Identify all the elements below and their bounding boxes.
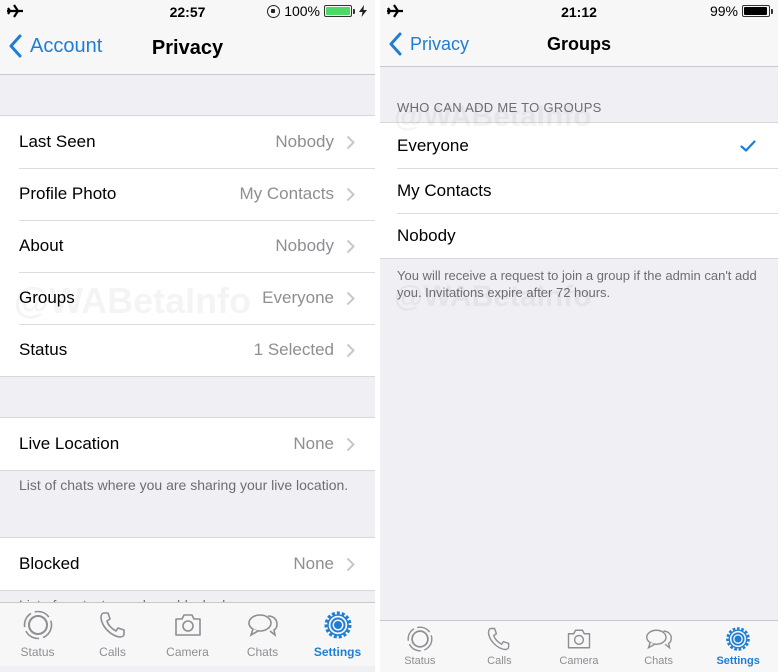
battery-percent: 99% (709, 3, 738, 19)
tab-calls[interactable]: Calls (75, 603, 150, 666)
gear-icon (324, 611, 351, 639)
chat-bubbles-icon (247, 614, 278, 637)
option-everyone[interactable]: Everyone (380, 123, 778, 168)
tab-label: Settings (716, 655, 760, 667)
option-label: Nobody (397, 225, 456, 245)
row-value: My Contacts (239, 184, 334, 203)
row-about[interactable]: About Nobody (0, 220, 375, 272)
option-label: My Contacts (397, 180, 492, 200)
tab-chats[interactable]: Chats (619, 621, 699, 672)
option-label: Everyone (397, 135, 469, 155)
option-my-contacts[interactable]: My Contacts (380, 168, 778, 213)
group-options: Everyone My Contacts Nobody (380, 122, 778, 259)
tab-status[interactable]: Status (0, 603, 75, 666)
tab-bar: Status Calls Camera Chats Settings (0, 602, 375, 666)
chevron-right-icon (346, 239, 355, 253)
live-location-group: Live Location None (0, 417, 375, 471)
rotation-lock-icon (267, 4, 281, 18)
back-button[interactable]: Privacy (388, 32, 469, 56)
chevron-right-icon (346, 291, 355, 305)
row-last-seen[interactable]: Last Seen Nobody (0, 116, 375, 168)
tab-calls[interactable]: Calls (460, 621, 540, 672)
status-bar: 21:12 99% (380, 0, 778, 22)
status-icon (23, 610, 52, 640)
row-profile-photo[interactable]: Profile Photo My Contacts (0, 168, 375, 220)
chevron-right-icon (346, 343, 355, 357)
row-live-location[interactable]: Live Location None (0, 418, 375, 470)
privacy-screen: 22:57 100% Account Privacy Last Seen Nob… (0, 0, 375, 672)
row-label: Live Location (19, 434, 120, 453)
battery-percent: 100% (284, 3, 320, 19)
tab-bar: Status Calls Camera Chats Settings (380, 620, 778, 672)
row-label: Profile Photo (19, 184, 117, 203)
status-icon (407, 626, 433, 652)
row-value: None (293, 554, 334, 573)
row-label: Groups (19, 288, 75, 307)
row-blocked[interactable]: Blocked None (0, 538, 375, 590)
privacy-settings-group: Last Seen Nobody Profile Photo My Contac… (0, 115, 375, 377)
tab-label: Calls (99, 645, 126, 659)
section-header: WHO CAN ADD ME TO GROUPS (397, 100, 602, 115)
tab-camera[interactable]: Camera (150, 603, 225, 666)
phone-icon (99, 612, 125, 638)
tab-settings[interactable]: Settings (698, 621, 778, 672)
row-value: None (293, 434, 334, 453)
tab-camera[interactable]: Camera (539, 621, 619, 672)
tab-label: Status (20, 645, 55, 659)
tab-chats[interactable]: Chats (225, 603, 300, 666)
row-value: 1 Selected (253, 340, 334, 359)
tab-label: Chats (246, 645, 279, 659)
chat-bubbles-icon (645, 629, 672, 650)
option-nobody[interactable]: Nobody (380, 213, 778, 258)
tab-label: Camera (559, 655, 599, 667)
camera-icon (174, 614, 201, 636)
row-label: Last Seen (19, 132, 96, 151)
status-bar: 22:57 100% (0, 0, 375, 22)
camera-icon (567, 629, 591, 649)
tab-label: Status (404, 655, 436, 667)
row-status[interactable]: Status 1 Selected (0, 324, 375, 376)
tab-label: Chats (644, 655, 673, 667)
nav-bar: Account Privacy (0, 22, 375, 75)
tab-settings[interactable]: Settings (300, 603, 375, 666)
chevron-right-icon (346, 187, 355, 201)
nav-bar: Privacy Groups (380, 22, 778, 67)
battery-icon (324, 5, 355, 17)
row-value: Nobody (275, 236, 334, 255)
back-label: Account (30, 34, 103, 57)
groups-screen: 21:12 99% Privacy Groups WHO CAN ADD ME … (380, 0, 778, 672)
tab-label: Camera (166, 645, 209, 659)
chevron-right-icon (346, 557, 355, 571)
back-button[interactable]: Account (8, 34, 102, 58)
groups-footer: You will receive a request to join a gro… (397, 268, 757, 300)
back-label: Privacy (410, 33, 470, 54)
chevron-left-icon (389, 32, 402, 56)
gear-icon (726, 627, 750, 651)
phone-icon (488, 627, 510, 651)
tab-label: Calls (487, 655, 512, 667)
chevron-right-icon (346, 437, 355, 451)
chevron-right-icon (346, 135, 355, 149)
row-label: Status (19, 340, 68, 359)
row-groups[interactable]: Groups Everyone (0, 272, 375, 324)
row-label: About (19, 236, 64, 255)
row-value: Everyone (262, 288, 334, 307)
chevron-left-icon (9, 34, 22, 58)
tab-status[interactable]: Status (380, 621, 460, 672)
row-value: Nobody (275, 132, 334, 151)
battery-icon (742, 5, 773, 17)
live-location-footer: List of chats where you are sharing your… (19, 477, 349, 493)
row-label: Blocked (19, 554, 80, 573)
blocked-group: Blocked None (0, 537, 375, 591)
tab-label: Settings (313, 645, 362, 659)
checkmark-icon (740, 139, 756, 152)
charging-bolt-icon (359, 5, 367, 17)
